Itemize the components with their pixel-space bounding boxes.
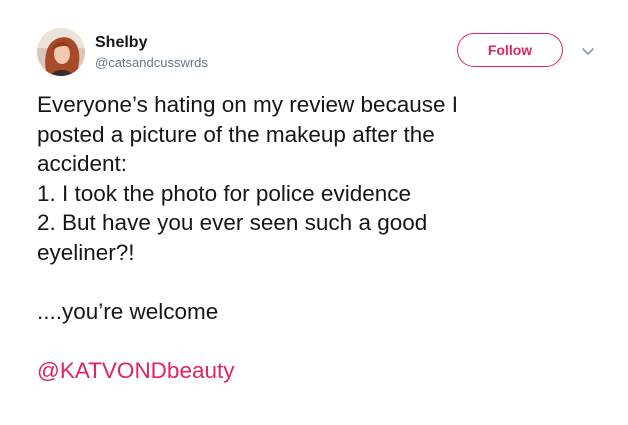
- display-name[interactable]: Shelby: [95, 33, 147, 53]
- tweet-text-line: [37, 268, 607, 298]
- tweet-text-line: posted a picture of the makeup after the: [37, 121, 435, 147]
- avatar-image: [37, 28, 85, 76]
- user-handle[interactable]: @catsandcusswrds: [95, 55, 208, 71]
- tweet-text-line: [37, 327, 607, 357]
- tweet-text-line: eyeliner?!: [37, 239, 135, 265]
- avatar[interactable]: [37, 28, 85, 76]
- tweet-text-line: Everyone’s hating on my review because I: [37, 92, 459, 117]
- mention-link[interactable]: @KATVONDbeauty: [37, 356, 607, 386]
- tweet-card: Shelby @catsandcusswrds Follow Everyone’…: [0, 0, 628, 425]
- chevron-down-icon[interactable]: [580, 43, 596, 59]
- tweet-text-line: 2. But have you ever seen such a good: [37, 210, 428, 236]
- follow-button[interactable]: Follow: [457, 33, 563, 67]
- tweet-text-line: 1. I took the photo for police evidence: [37, 180, 411, 206]
- tweet-text: Everyone’s hating on my review because I…: [37, 90, 607, 386]
- tweet-text-line: ....you’re welcome: [37, 299, 219, 325]
- tweet-text-line: accident:: [37, 151, 128, 177]
